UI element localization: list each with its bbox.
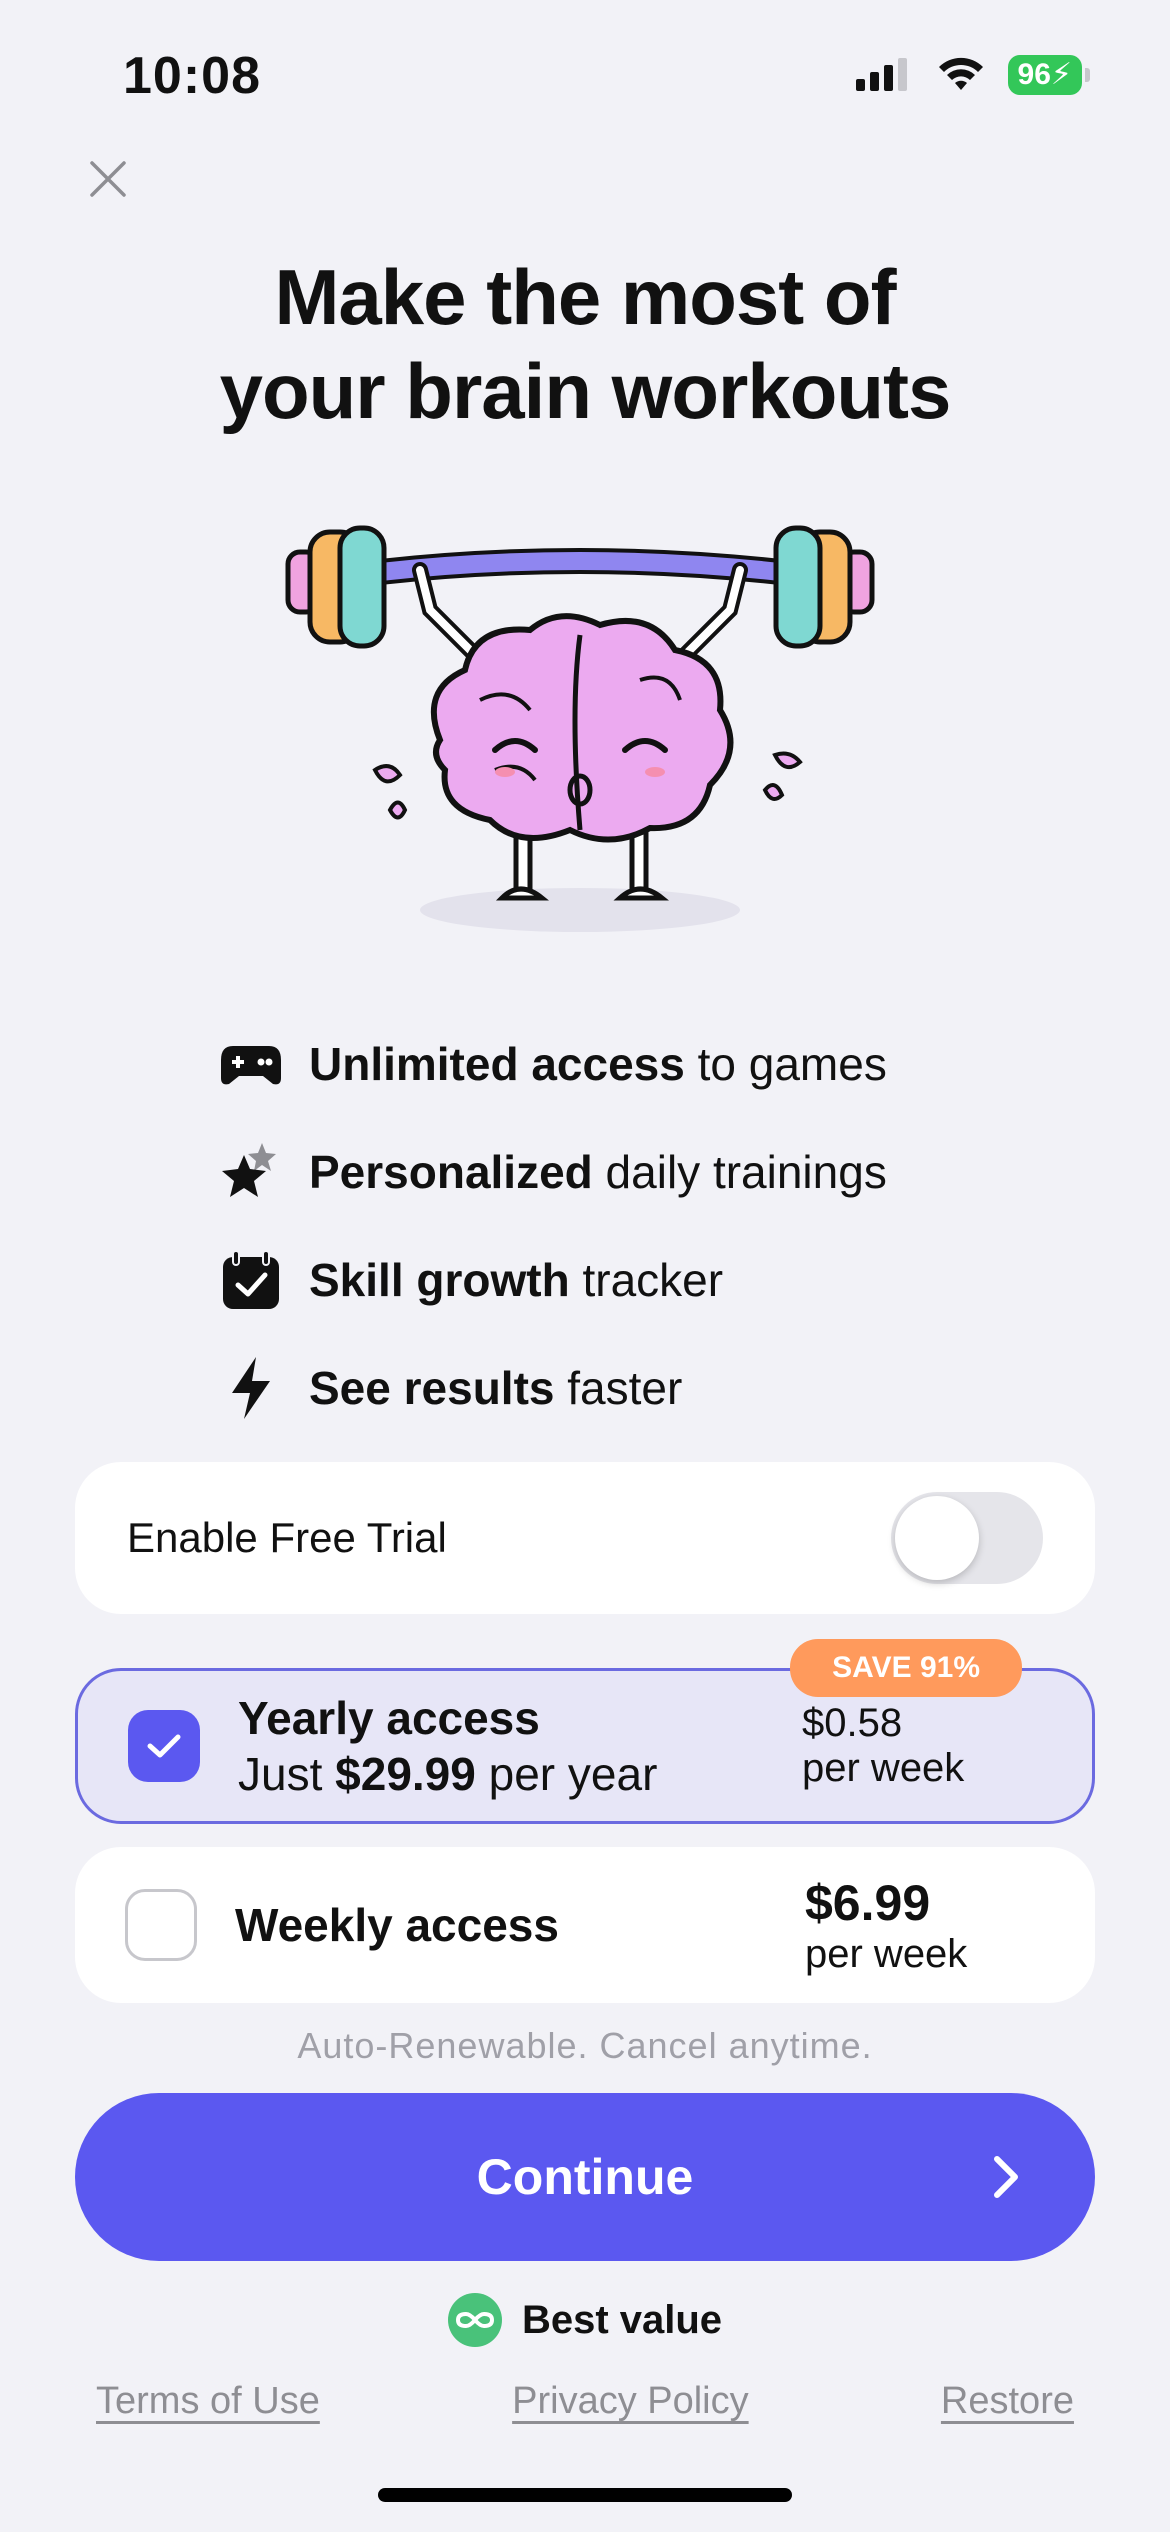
best-value-text: Best value [521, 2297, 723, 2342]
battery-value: 96 [1017, 58, 1051, 91]
wifi-icon [938, 57, 983, 90]
plan-weekly-amount: $6.99 [805, 1874, 931, 1931]
plan-yearly-option[interactable]: SAVE 91% Yearly access Just $29.99 per y… [75, 1639, 1095, 1824]
chevron-right-icon [994, 2156, 1018, 2198]
close-icon[interactable] [84, 155, 132, 203]
feature-item: Unlimited access to games [215, 1010, 887, 1118]
restore-link[interactable]: Restore [941, 2380, 1074, 2423]
free-trial-row: Enable Free Trial [75, 1462, 1095, 1614]
plan-yearly-sub-price: $29.99 [335, 1748, 476, 1800]
feature-text: Unlimited access to games [309, 1037, 887, 1091]
cellular-signal-icon [855, 58, 907, 91]
feature-item: See results faster [215, 1334, 887, 1442]
plan-weekly-info: Weekly access [235, 1898, 805, 1952]
footer-links: Terms of Use Privacy Policy Restore [96, 2380, 1074, 2423]
feature-bold: Unlimited access [309, 1038, 685, 1090]
feature-bold: Personalized [309, 1146, 593, 1198]
plan-yearly-weekly-price: $0.58 [802, 1701, 903, 1745]
feature-rest: to games [684, 1038, 887, 1090]
plan-yearly-price-unit: per week [802, 1746, 965, 1790]
gamepad-icon [215, 1028, 287, 1100]
feature-rest: daily trainings [592, 1146, 887, 1198]
feature-item: Personalized daily trainings [215, 1118, 887, 1226]
feature-text: Skill growth tracker [309, 1253, 723, 1307]
battery-level: 96⚡ [1007, 55, 1082, 95]
status-icons: 96⚡ [854, 55, 1090, 95]
privacy-policy-link[interactable]: Privacy Policy [512, 2380, 749, 2423]
title-line-1: Make the most of [274, 253, 896, 341]
plan-weekly-option[interactable]: Weekly access $6.99 per week [75, 1847, 1095, 2003]
page-title: Make the most of your brain workouts [0, 250, 1170, 438]
plan-weekly-price: $6.99 per week [805, 1874, 1045, 1977]
toggle-knob [895, 1496, 979, 1580]
auto-renew-note: Auto-Renewable. Cancel anytime. [297, 2025, 873, 2066]
feature-rest: faster [554, 1362, 683, 1414]
feature-text: Personalized daily trainings [309, 1145, 887, 1199]
title-line-2: your brain workouts [219, 347, 952, 435]
plan-weekly-price-unit: per week [805, 1931, 968, 1976]
feature-rest: tracker [569, 1254, 724, 1306]
battery-indicator: 96⚡ [1007, 55, 1090, 95]
plan-yearly-price: $0.58 per week [802, 1701, 1042, 1791]
plan-yearly-checkbox[interactable] [128, 1710, 200, 1782]
paywall-screen: 10:08 96⚡ Make the most of your brain wo… [0, 0, 1170, 2532]
free-trial-label: Enable Free Trial [127, 1514, 447, 1561]
feature-bold: Skill growth [309, 1254, 570, 1306]
checkmark-icon [147, 1734, 181, 1758]
lightning-icon [215, 1352, 287, 1424]
plan-weekly-checkbox[interactable] [125, 1889, 197, 1961]
feature-bold: See results [309, 1362, 555, 1414]
star-icon [215, 1136, 287, 1208]
save-badge: SAVE 91% [790, 1639, 1022, 1697]
plan-yearly-info: Yearly access Just $29.99 per year [238, 1691, 802, 1801]
battery-cap [1085, 68, 1090, 82]
continue-button-label: Continue [476, 2149, 694, 2205]
feature-list: Unlimited access to games Personalized d… [215, 1010, 887, 1442]
plan-yearly-sub-prefix: Just [238, 1748, 336, 1800]
feature-text: See results faster [309, 1361, 682, 1415]
infinity-icon [447, 2293, 502, 2347]
status-time: 10:08 [123, 47, 261, 105]
free-trial-toggle[interactable] [891, 1492, 1043, 1584]
brain-weightlifting-illustration [285, 525, 875, 932]
plan-yearly-sub-suffix: per year [475, 1748, 658, 1800]
best-value-label: Best value [0, 2293, 1170, 2347]
plan-yearly-name: Yearly access [238, 1692, 540, 1744]
calendar-check-icon [215, 1244, 287, 1316]
terms-of-use-link[interactable]: Terms of Use [96, 2380, 320, 2423]
plan-weekly-name: Weekly access [235, 1899, 559, 1951]
plan-yearly-subtitle: Just $29.99 per year [238, 1747, 802, 1801]
feature-item: Skill growth tracker [215, 1226, 887, 1334]
charging-bolt-icon: ⚡ [1050, 58, 1072, 91]
home-indicator[interactable] [378, 2488, 792, 2502]
continue-button[interactable]: Continue [75, 2093, 1095, 2261]
